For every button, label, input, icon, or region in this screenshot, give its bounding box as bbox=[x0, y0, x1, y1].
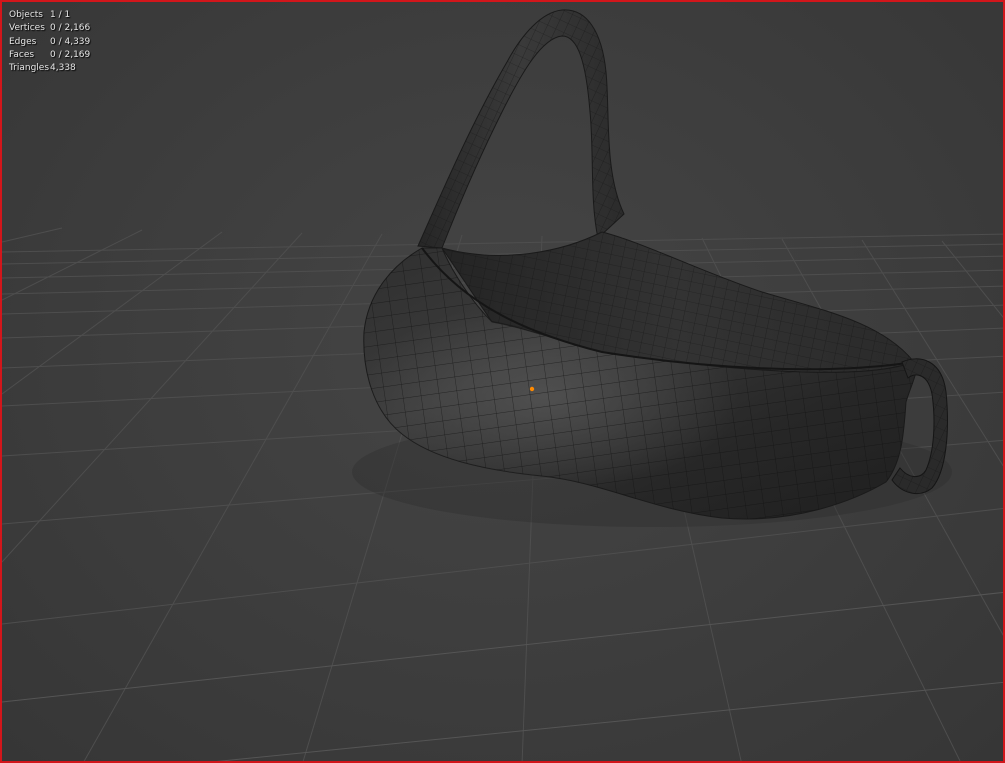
3d-viewport[interactable]: Objects 1 / 1 Vertices 0 / 2,166 Edges 0… bbox=[0, 0, 1005, 763]
stat-label: Edges bbox=[9, 36, 37, 47]
stat-label: Vertices bbox=[9, 23, 45, 34]
stat-edges: Edges 0 / 4,339 bbox=[9, 36, 90, 49]
bag-handle[interactable] bbox=[417, 9, 625, 249]
stat-faces: Faces 0 / 2,169 bbox=[9, 49, 90, 62]
viewport-scene[interactable] bbox=[2, 2, 1005, 763]
object-origin-dot-icon[interactable] bbox=[529, 386, 535, 392]
stat-value: 0 / 2,169 bbox=[50, 49, 91, 60]
stat-value: 0 / 2,166 bbox=[50, 23, 91, 34]
stat-label: Faces bbox=[9, 49, 35, 60]
stat-label: Objects bbox=[9, 10, 44, 20]
stat-label: Triangles bbox=[9, 63, 50, 74]
stat-triangles: Triangles 4,338 bbox=[9, 62, 90, 75]
stat-value: 1 / 1 bbox=[50, 10, 71, 20]
stat-value: 4,338 bbox=[50, 63, 76, 74]
statistics-overlay: Objects 1 / 1 Vertices 0 / 2,166 Edges 0… bbox=[9, 9, 90, 75]
stat-value: 0 / 4,339 bbox=[50, 36, 91, 47]
stat-vertices: Vertices 0 / 2,166 bbox=[9, 22, 90, 35]
stat-objects: Objects 1 / 1 bbox=[9, 9, 90, 22]
